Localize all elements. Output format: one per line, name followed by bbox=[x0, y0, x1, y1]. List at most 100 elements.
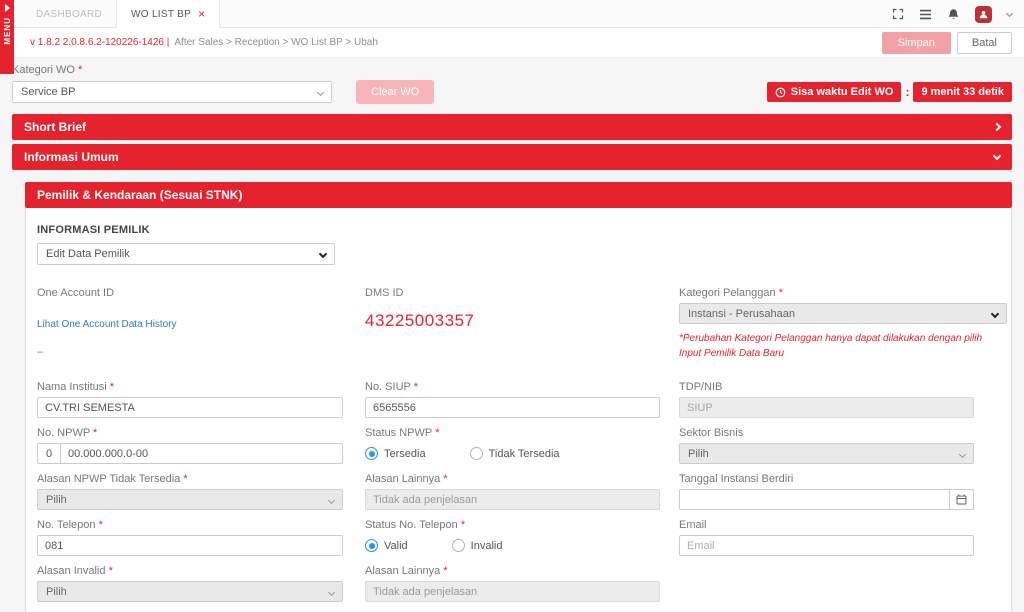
tab-wo-list-bp-label: WO LIST BP bbox=[131, 9, 191, 20]
breadcrumb-bar: v 1.8.2 2.0.8.6.2-120226-1426 | After Sa… bbox=[0, 28, 1024, 58]
field-label: TDP/NIB bbox=[679, 381, 722, 393]
dms-id-label: DMS ID bbox=[365, 287, 660, 299]
nama-institusi-input[interactable] bbox=[37, 397, 343, 418]
radio-valid-label: Valid bbox=[384, 540, 408, 552]
kategori-wo-select[interactable]: Service BP bbox=[12, 81, 332, 103]
edit-wo-timer: Sisa waktu Edit WO : 9 menit 33 detik bbox=[767, 82, 1012, 102]
field-label: Nama Institusi bbox=[37, 381, 107, 393]
section-short-brief-label: Short Brief bbox=[24, 120, 86, 134]
section-short-brief[interactable]: Short Brief bbox=[12, 114, 1012, 140]
chevron-down-icon bbox=[991, 310, 999, 318]
section-pemilik-kendaraan[interactable]: Pemilik & Kendaraan (Sesuai STNK) bbox=[25, 182, 1012, 208]
top-tab-bar: MENU DASHBOARD WO LIST BP × bbox=[0, 0, 1024, 28]
required-asterisk: * bbox=[443, 473, 447, 485]
chevron-right-icon bbox=[993, 123, 1001, 131]
kategori-pelanggan-select: Instansi - Perusahaan bbox=[679, 303, 1007, 324]
field-label: No. Telepon bbox=[37, 519, 96, 531]
email-input[interactable] bbox=[679, 535, 974, 556]
tab-strip: DASHBOARD WO LIST BP × bbox=[22, 0, 1024, 28]
required-asterisk: * bbox=[443, 565, 447, 577]
tab-dashboard[interactable]: DASHBOARD bbox=[22, 0, 116, 28]
batal-button[interactable]: Batal bbox=[957, 32, 1012, 54]
no-npwp-input[interactable] bbox=[60, 443, 343, 464]
sektor-bisnis-select: Pilih bbox=[679, 443, 974, 464]
field-label: No. NPWP bbox=[37, 427, 90, 439]
owner-info-row: One Account ID Lihat One Account Data Hi… bbox=[37, 287, 1006, 361]
pemilik-panel: INFORMASI PEMILIK Edit Data Pemilik One … bbox=[25, 208, 1012, 612]
timer-label-badge: Sisa waktu Edit WO bbox=[767, 82, 902, 102]
tdp-nib-input bbox=[679, 397, 974, 418]
timer-separator: : bbox=[905, 85, 909, 99]
field-label: Alasan NPWP Tidak Tersedia bbox=[37, 473, 180, 485]
field-tanggal-instansi: Tanggal Instansi Berdiri bbox=[679, 473, 1007, 510]
notification-bell-icon[interactable] bbox=[947, 8, 960, 21]
required-asterisk: * bbox=[779, 287, 783, 299]
field-alasan-invalid: Alasan Invalid * Pilih bbox=[37, 565, 343, 602]
alasan-invalid-select: Pilih bbox=[37, 581, 343, 602]
no-telepon-input[interactable] bbox=[37, 535, 343, 556]
chevron-down-icon bbox=[317, 89, 324, 96]
chevron-down-icon bbox=[959, 451, 966, 458]
field-no-telepon: No. Telepon * bbox=[37, 519, 343, 556]
form-row: No. Telepon * Status No. Telepon * Valid… bbox=[37, 519, 1006, 556]
field-label: Status NPWP bbox=[365, 427, 432, 439]
menu-list-icon[interactable] bbox=[919, 9, 932, 20]
alasan-lainnya-npwp-input bbox=[365, 489, 660, 510]
tanggal-instansi-input[interactable] bbox=[679, 489, 950, 510]
fullscreen-icon[interactable] bbox=[892, 8, 904, 20]
chevron-down-icon bbox=[319, 250, 327, 258]
radio-tidak-tersedia[interactable] bbox=[470, 447, 483, 460]
avatar-image bbox=[975, 6, 992, 23]
app-version: v 1.8.2 2.0.8.6.2-120226-1426 | bbox=[30, 37, 169, 48]
kategori-wo-row: Service BP Clear WO Sisa waktu Edit WO :… bbox=[12, 80, 1012, 104]
kategori-pelanggan-label: Kategori Pelanggan * bbox=[679, 287, 1007, 299]
kategori-wo-label: Kategori WO * bbox=[12, 64, 1012, 76]
tab-dashboard-label: DASHBOARD bbox=[36, 9, 102, 20]
clear-wo-button: Clear WO bbox=[356, 80, 434, 104]
field-label: Alasan Invalid bbox=[37, 565, 106, 577]
no-siup-input[interactable] bbox=[365, 397, 660, 418]
field-label: Alasan Lainnya bbox=[365, 473, 440, 485]
radio-invalid[interactable] bbox=[452, 539, 465, 552]
kategori-wo-value: Service BP bbox=[21, 86, 75, 98]
section-pemilik-kendaraan-label: Pemilik & Kendaraan (Sesuai STNK) bbox=[37, 188, 242, 202]
menu-toggle[interactable]: MENU bbox=[0, 0, 14, 74]
field-no-npwp: No. NPWP * 0 bbox=[37, 427, 343, 464]
npwp-prefix: 0 bbox=[37, 443, 60, 464]
dms-id-value: 43225003357 bbox=[365, 311, 660, 331]
radio-valid[interactable] bbox=[365, 539, 378, 552]
chevron-down-icon bbox=[993, 151, 1001, 159]
required-asterisk: * bbox=[183, 473, 187, 485]
tab-wo-list-bp[interactable]: WO LIST BP × bbox=[116, 0, 220, 28]
section-informasi-umum-label: Informasi Umum bbox=[24, 150, 119, 164]
field-label: Tanggal Instansi Berdiri bbox=[679, 473, 793, 485]
field-alasan-npwp: Alasan NPWP Tidak Tersedia * Pilih bbox=[37, 473, 343, 510]
required-asterisk: * bbox=[109, 565, 113, 577]
edit-data-pemilik-select[interactable]: Edit Data Pemilik bbox=[37, 243, 335, 265]
radio-tersedia-label: Tersedia bbox=[384, 448, 426, 460]
chevron-down-icon[interactable] bbox=[1006, 9, 1013, 16]
breadcrumb[interactable]: After Sales > Reception > WO List BP > U… bbox=[174, 37, 378, 48]
close-icon[interactable]: × bbox=[198, 9, 205, 19]
form-row: Nama Institusi * No. SIUP * TDP/NIB bbox=[37, 381, 1006, 418]
one-account-history-link[interactable]: Lihat One Account Data History bbox=[37, 319, 177, 330]
field-sektor-bisnis: Sektor Bisnis Pilih bbox=[679, 427, 1007, 464]
simpan-button: Simpan bbox=[882, 32, 951, 54]
required-asterisk: * bbox=[78, 64, 82, 76]
field-label: Sektor Bisnis bbox=[679, 427, 743, 439]
field-tdp-nib: TDP/NIB bbox=[679, 381, 1007, 418]
field-nama-institusi: Nama Institusi * bbox=[37, 381, 343, 418]
edit-data-pemilik-value: Edit Data Pemilik bbox=[46, 248, 130, 260]
field-email: Email bbox=[679, 519, 1007, 556]
radio-tersedia[interactable] bbox=[365, 447, 378, 460]
dms-id-block: DMS ID 43225003357 bbox=[365, 287, 660, 361]
user-avatar[interactable] bbox=[975, 6, 992, 23]
field-alasan-lainnya-telepon: Alasan Lainnya * bbox=[365, 565, 660, 602]
required-asterisk: * bbox=[414, 381, 418, 393]
required-asterisk: * bbox=[435, 427, 439, 439]
timer-value-badge: 9 menit 33 detik bbox=[913, 82, 1012, 102]
field-no-siup: No. SIUP * bbox=[365, 381, 660, 418]
calendar-icon[interactable] bbox=[950, 489, 974, 510]
section-informasi-umum[interactable]: Informasi Umum bbox=[12, 144, 1012, 170]
alasan-npwp-select: Pilih bbox=[37, 489, 343, 510]
